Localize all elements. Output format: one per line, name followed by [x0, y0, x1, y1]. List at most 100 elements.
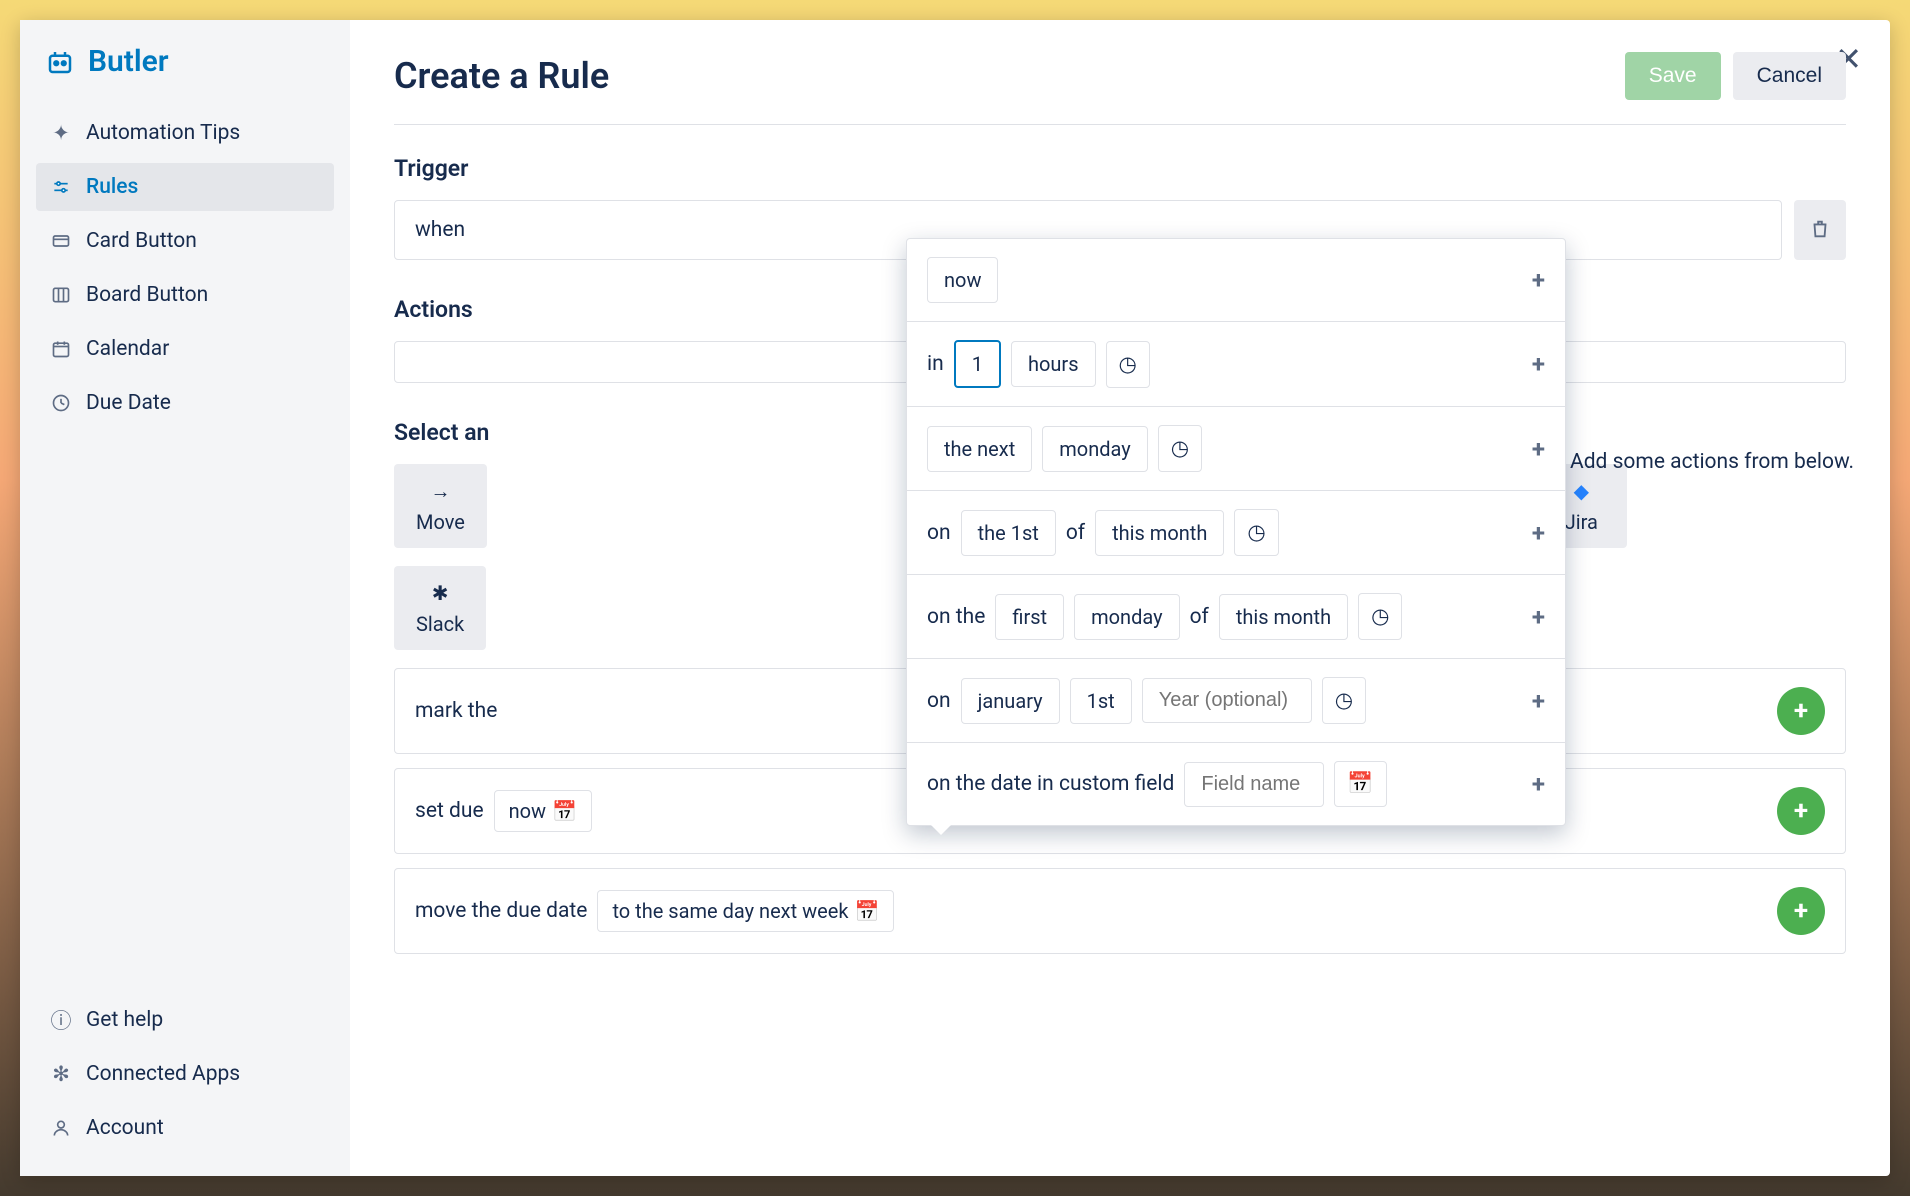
prefix-text: on the	[927, 605, 985, 629]
sidebar: Butler ✦ Automation Tips Rules Card Butt…	[20, 20, 350, 1176]
pill-text: to the same day next week	[612, 899, 848, 923]
pill-now[interactable]: now 📅	[494, 790, 592, 832]
card-text: set due	[415, 799, 484, 823]
add-option-button[interactable]: +	[1532, 519, 1545, 547]
sidebar-item-label: Connected Apps	[86, 1062, 240, 1086]
card-text: move the due date	[415, 899, 587, 923]
field-name-input[interactable]	[1184, 762, 1324, 807]
action-card-movedue: move the due date to the same day next w…	[394, 868, 1846, 954]
cancel-button[interactable]: Cancel	[1733, 52, 1846, 100]
board-icon	[50, 284, 72, 306]
time-picker-button[interactable]: ◷	[1358, 593, 1402, 640]
brand: Butler	[36, 44, 334, 79]
clock-icon: ◷	[1119, 352, 1137, 377]
clock-icon: ◷	[1335, 688, 1353, 713]
sliders-icon	[50, 176, 72, 198]
user-icon	[50, 1117, 72, 1139]
token-monday[interactable]: monday	[1042, 426, 1147, 472]
token-monday[interactable]: monday	[1074, 594, 1179, 640]
popover-row-custom-field: on the date in custom field 📅 +	[907, 743, 1565, 825]
sidebar-footer: ⓘ Get help ✻ Connected Apps Account	[36, 996, 334, 1152]
sidebar-item-automation-tips[interactable]: ✦ Automation Tips	[36, 109, 334, 157]
trigger-when-text: when	[415, 218, 465, 242]
sidebar-item-calendar[interactable]: Calendar	[36, 325, 334, 373]
sidebar-item-label: Automation Tips	[86, 121, 240, 145]
token-first[interactable]: first	[995, 594, 1064, 640]
time-picker-button[interactable]: ◷	[1158, 425, 1202, 472]
sidebar-item-connected-apps[interactable]: ✻ Connected Apps	[36, 1050, 334, 1098]
sidebar-item-due-date[interactable]: Due Date	[36, 379, 334, 427]
calendar-small-icon: 📅	[855, 899, 880, 923]
time-picker-button[interactable]: ◷	[1234, 509, 1278, 556]
add-option-button[interactable]: +	[1532, 770, 1545, 798]
add-option-button[interactable]: +	[1532, 687, 1545, 715]
add-option-button[interactable]: +	[1532, 435, 1545, 463]
tile-move[interactable]: → Move	[394, 464, 487, 548]
token-number[interactable]: 1	[954, 340, 1001, 388]
card-icon	[50, 230, 72, 252]
arrow-right-icon: →	[427, 478, 453, 504]
tile-slack[interactable]: ✱ Slack	[394, 566, 486, 650]
info-icon: ⓘ	[50, 1009, 72, 1031]
add-option-button[interactable]: +	[1532, 266, 1545, 294]
sparkle-icon: ✦	[50, 122, 72, 144]
token-1st[interactable]: 1st	[1070, 678, 1132, 724]
clock-icon	[50, 392, 72, 414]
popover-row-on-ordinal-day: on the first monday of this month ◷ +	[907, 575, 1565, 659]
sidebar-item-label: Rules	[86, 175, 138, 199]
delete-trigger-button[interactable]	[1794, 200, 1846, 260]
token-january[interactable]: january	[961, 678, 1060, 724]
save-button[interactable]: Save	[1625, 52, 1721, 100]
add-action-button[interactable]: +	[1777, 787, 1825, 835]
date-popover: now + in 1 hours ◷ + the next monday ◷	[906, 238, 1566, 826]
card-text: mark the	[415, 699, 497, 723]
mid-text: of	[1190, 605, 1209, 629]
tile-label: Move	[416, 510, 465, 534]
actions-hint: Add some actions from below.	[1570, 450, 1854, 474]
sidebar-item-card-button[interactable]: Card Button	[36, 217, 334, 265]
popover-row-in-hours: in 1 hours ◷ +	[907, 322, 1565, 407]
prefix-text: on	[927, 689, 951, 713]
slack-icon: ✱	[427, 580, 453, 606]
token-hours[interactable]: hours	[1011, 341, 1096, 387]
sidebar-item-account[interactable]: Account	[36, 1104, 334, 1152]
page-header: Create a Rule Save Cancel	[394, 52, 1846, 125]
clock-icon: ◷	[1247, 520, 1265, 545]
add-option-button[interactable]: +	[1532, 603, 1545, 631]
popover-row-now: now +	[907, 239, 1565, 322]
tile-label: Slack	[416, 612, 464, 636]
prefix-text: on the date in custom field	[927, 772, 1174, 796]
token-now[interactable]: now	[927, 257, 998, 303]
sidebar-item-label: Account	[86, 1116, 164, 1140]
pill-nextweek[interactable]: to the same day next week 📅	[597, 890, 894, 932]
sidebar-item-get-help[interactable]: ⓘ Get help	[36, 996, 334, 1044]
token-thenext[interactable]: the next	[927, 426, 1032, 472]
app-window: ✕ Butler ✦ Automation Tips Rules	[20, 20, 1890, 1176]
popover-row-next-day: the next monday ◷ +	[907, 407, 1565, 491]
prefix-text: on	[927, 521, 951, 545]
sidebar-item-board-button[interactable]: Board Button	[36, 271, 334, 319]
token-thismonth[interactable]: this month	[1095, 510, 1224, 556]
trigger-section-title: Trigger	[394, 155, 1846, 182]
token-1st[interactable]: the 1st	[961, 510, 1056, 556]
gear-icon: ✻	[50, 1063, 72, 1085]
calendar-icon	[50, 338, 72, 360]
sidebar-item-label: Card Button	[86, 229, 197, 253]
add-action-button[interactable]: +	[1777, 887, 1825, 935]
add-action-button[interactable]: +	[1777, 687, 1825, 735]
clock-icon: ◷	[1371, 604, 1389, 629]
brand-text: Butler	[88, 44, 169, 79]
time-picker-button[interactable]: ◷	[1106, 341, 1150, 388]
token-thismonth[interactable]: this month	[1219, 594, 1348, 640]
sidebar-item-label: Calendar	[86, 337, 169, 361]
popover-row-on-month-day: on january 1st ◷ +	[907, 659, 1565, 743]
page-title: Create a Rule	[394, 55, 609, 97]
time-picker-button[interactable]: ◷	[1322, 677, 1366, 724]
add-option-button[interactable]: +	[1532, 350, 1545, 378]
butler-icon	[44, 46, 76, 78]
clock-icon: ◷	[1171, 436, 1189, 461]
calendar-icon: 📅	[1347, 772, 1373, 796]
date-picker-button[interactable]: 📅	[1334, 761, 1386, 807]
year-input[interactable]	[1142, 678, 1312, 723]
sidebar-item-rules[interactable]: Rules	[36, 163, 334, 211]
